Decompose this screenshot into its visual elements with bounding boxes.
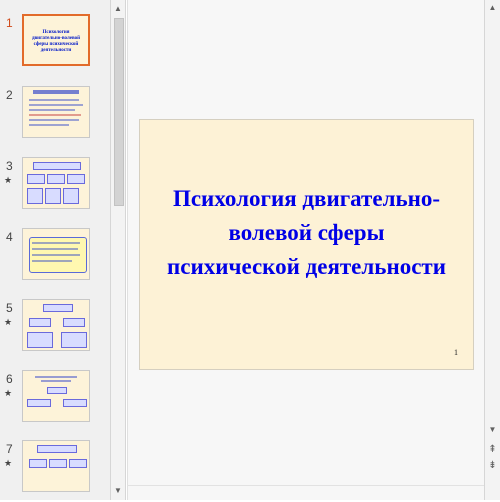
scroll-up-icon[interactable]: ▲ bbox=[485, 2, 500, 14]
mini-text-line bbox=[32, 242, 80, 244]
mini-text-line bbox=[29, 99, 79, 101]
mini-text-line bbox=[29, 114, 81, 116]
slide-number-7: 7 bbox=[6, 442, 13, 456]
thumbnail-scrollbar[interactable]: ▲ ▼ bbox=[110, 0, 126, 500]
mini-diagram-box bbox=[63, 318, 85, 327]
slide-title-line-2: волевой сферы bbox=[228, 220, 385, 245]
mini-diagram-box bbox=[37, 445, 77, 453]
mini-diagram-box bbox=[27, 188, 43, 204]
notes-divider[interactable] bbox=[127, 485, 484, 486]
mini-diagram-box bbox=[29, 318, 51, 327]
slide-thumbnail-5-preview[interactable] bbox=[22, 299, 90, 351]
mini-text-line bbox=[29, 124, 69, 126]
animation-star-icon: ★ bbox=[4, 458, 13, 468]
slide-thumbnail-1-title: Психология двигательно-волевой сферы пси… bbox=[31, 30, 81, 53]
scroll-down-icon[interactable]: ▼ bbox=[111, 484, 125, 498]
mini-diagram-box bbox=[49, 459, 67, 468]
animation-star-icon: ★ bbox=[4, 317, 13, 327]
mini-diagram-box bbox=[33, 162, 81, 170]
mini-text-line bbox=[32, 254, 80, 256]
mini-text-line bbox=[41, 380, 71, 382]
mini-diagram-box bbox=[63, 188, 79, 204]
slide-thumbnail-7-preview[interactable] bbox=[22, 440, 90, 492]
slide-number-5: 5 bbox=[6, 301, 13, 315]
slide-number-4: 4 bbox=[6, 230, 13, 244]
slide-number-6: 6 bbox=[6, 372, 13, 386]
slide-thumbnail-6-preview[interactable] bbox=[22, 370, 90, 422]
slide-thumbnail-3[interactable]: 3 ★ bbox=[0, 157, 110, 219]
mini-title-bar bbox=[33, 90, 79, 94]
slide-number-2: 2 bbox=[6, 88, 13, 102]
slide-thumbnail-7[interactable]: 7 ★ bbox=[0, 440, 110, 502]
mini-text-line bbox=[32, 248, 78, 250]
mini-diagram-box bbox=[47, 387, 67, 394]
mini-diagram-box bbox=[45, 188, 61, 204]
animation-star-icon: ★ bbox=[4, 175, 13, 185]
next-slide-icon[interactable]: ⇟ bbox=[485, 460, 500, 472]
scroll-up-icon[interactable]: ▲ bbox=[111, 2, 125, 16]
slide-thumbnail-5[interactable]: 5 ★ bbox=[0, 299, 110, 361]
slide-thumbnail-1-preview[interactable]: Психология двигательно-волевой сферы пси… bbox=[22, 14, 90, 66]
animation-star-icon: ★ bbox=[4, 388, 13, 398]
slide-number-3: 3 bbox=[6, 159, 13, 173]
slide-thumbnail-4-preview[interactable] bbox=[22, 228, 90, 280]
mini-text-line bbox=[32, 260, 72, 262]
mini-text-line bbox=[29, 104, 83, 106]
slide-thumbnail-6[interactable]: 6 ★ bbox=[0, 370, 110, 432]
mini-diagram-box bbox=[67, 174, 85, 184]
mini-diagram-box bbox=[47, 174, 65, 184]
slide-thumbnail-4[interactable]: 4 bbox=[0, 228, 110, 290]
slide-title-line-3: психической деятельности bbox=[167, 254, 446, 279]
mini-diagram-box bbox=[27, 174, 45, 184]
mini-diagram-box bbox=[63, 399, 87, 407]
mini-diagram-box bbox=[27, 332, 53, 348]
slide-thumbnail-2[interactable]: 2 bbox=[0, 86, 110, 148]
mini-text-line bbox=[29, 119, 79, 121]
slide-thumbnail-2-preview[interactable] bbox=[22, 86, 90, 138]
mini-diagram-box bbox=[43, 304, 73, 312]
mini-diagram-box bbox=[69, 459, 87, 468]
slide-number-1: 1 bbox=[6, 16, 13, 30]
scroll-down-icon[interactable]: ▼ bbox=[485, 424, 500, 436]
mini-diagram-box bbox=[29, 459, 47, 468]
current-slide[interactable]: Психология двигательно- волевой сферы пс… bbox=[139, 119, 474, 370]
previous-slide-icon[interactable]: ⇞ bbox=[485, 444, 500, 456]
slide-title-line-1: Психология двигательно- bbox=[172, 186, 441, 211]
slide-thumbnail-pane: 1 Психология двигательно-волевой сферы п… bbox=[0, 0, 110, 500]
slide-thumbnail-3-preview[interactable] bbox=[22, 157, 90, 209]
mini-text-line bbox=[35, 376, 77, 378]
mini-diagram-box bbox=[61, 332, 87, 348]
scrollbar-thumb[interactable] bbox=[114, 18, 124, 206]
slide-page-number: 1 bbox=[454, 348, 458, 357]
mini-text-line bbox=[29, 109, 75, 111]
slide-thumbnail-1[interactable]: 1 Психология двигательно-волевой сферы п… bbox=[0, 14, 110, 76]
main-scrollbar[interactable]: ▲ ▼ ⇞ ⇟ bbox=[484, 0, 500, 500]
slide-title[interactable]: Психология двигательно- волевой сферы пс… bbox=[146, 182, 467, 284]
mini-diagram-box bbox=[27, 399, 51, 407]
